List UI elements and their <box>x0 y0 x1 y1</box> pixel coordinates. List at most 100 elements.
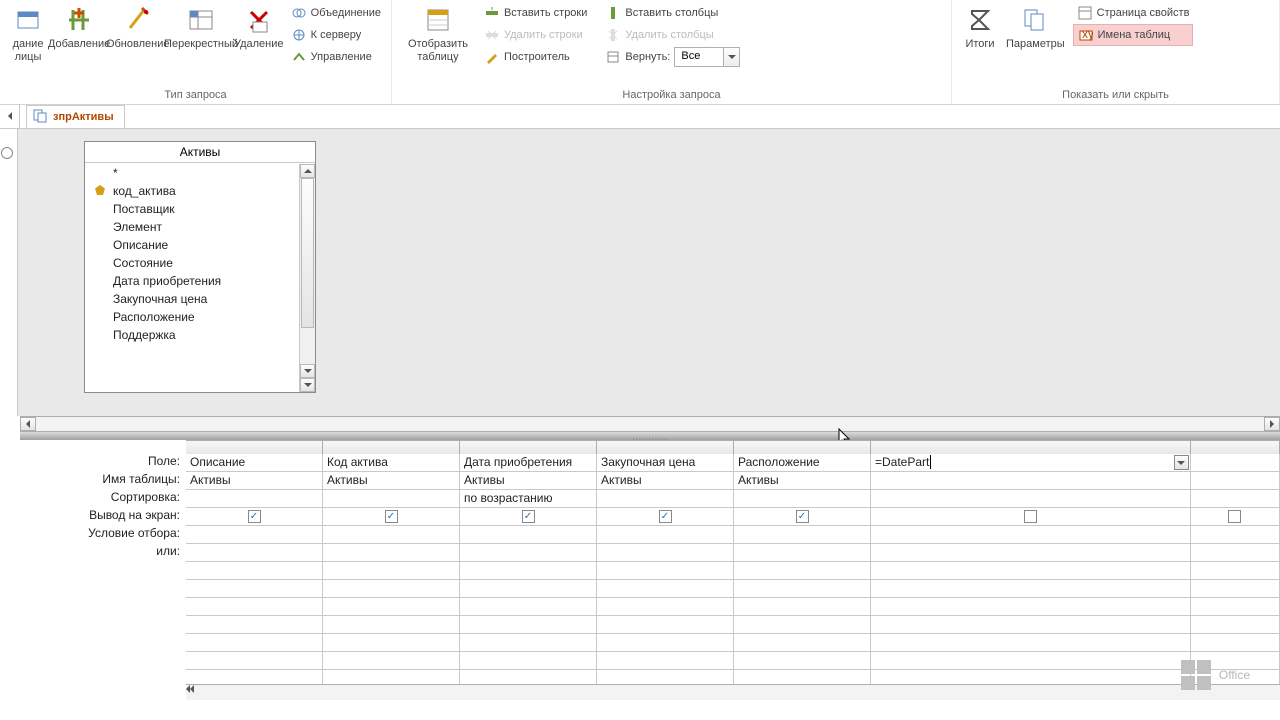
grid-cell[interactable] <box>871 652 1191 670</box>
delete-cols-button[interactable]: Удалить столбцы <box>601 24 744 46</box>
grid-cell[interactable] <box>1191 634 1280 652</box>
make-table-button[interactable]: дание лицы <box>6 2 50 65</box>
grid-cell[interactable]: Активы <box>323 472 460 490</box>
grid-cell[interactable] <box>597 544 734 562</box>
grid-cell[interactable] <box>1191 544 1280 562</box>
grid-cell[interactable] <box>734 544 871 562</box>
column-header[interactable] <box>460 440 597 454</box>
selectall-button[interactable] <box>1 147 13 159</box>
grid-cell[interactable] <box>186 634 323 652</box>
scroll-down-button[interactable] <box>300 364 315 378</box>
grid-cell[interactable] <box>186 598 323 616</box>
datadef-button[interactable]: Управление <box>287 46 385 68</box>
fieldlist-scrollbar[interactable] <box>299 164 315 392</box>
show-checkbox[interactable] <box>1228 510 1241 523</box>
field-item[interactable]: Дата приобретения <box>85 272 299 290</box>
return-button[interactable]: Вернуть: Все <box>601 46 744 68</box>
grid-cell[interactable]: по возрастанию <box>460 490 597 508</box>
grid-cell[interactable] <box>734 580 871 598</box>
show-checkbox[interactable] <box>385 510 398 523</box>
pane-splitter[interactable]: ∙∙∙∙∙∙∙∙∙∙∙ <box>20 432 1280 440</box>
delete-button[interactable]: Удаление <box>235 2 283 53</box>
grid-cell[interactable] <box>871 562 1191 580</box>
hscroll-left[interactable] <box>20 417 36 431</box>
scroll-up-button[interactable] <box>300 164 315 178</box>
column-header[interactable] <box>1191 440 1280 454</box>
column-header[interactable] <box>871 440 1191 454</box>
column-header[interactable] <box>597 440 734 454</box>
grid-cell[interactable] <box>871 616 1191 634</box>
hscroll-right[interactable] <box>1264 417 1280 431</box>
show-checkbox[interactable] <box>796 510 809 523</box>
grid-cell[interactable] <box>323 508 460 526</box>
grid-cell[interactable] <box>323 526 460 544</box>
delete-rows-button[interactable]: Удалить строки <box>480 24 591 46</box>
grid-cell[interactable] <box>186 526 323 544</box>
grid-cell[interactable] <box>186 490 323 508</box>
grid-cell[interactable] <box>871 598 1191 616</box>
grid-cell[interactable] <box>186 544 323 562</box>
query-tab[interactable]: зпрАктивы <box>26 105 125 128</box>
parameters-button[interactable]: Параметры <box>1002 2 1069 53</box>
grid-cell[interactable] <box>323 544 460 562</box>
query-design-surface[interactable]: Активы *код_активаПоставщикЭлементОписан… <box>0 129 1280 416</box>
grid-cell[interactable] <box>734 562 871 580</box>
grid-cell[interactable]: Дата приобретения <box>460 454 597 472</box>
grid-cell[interactable] <box>323 616 460 634</box>
scroll-thumb[interactable] <box>301 178 314 328</box>
propsheet-button[interactable]: Страница свойств <box>1073 2 1194 24</box>
show-checkbox[interactable] <box>248 510 261 523</box>
grid-cell[interactable] <box>597 616 734 634</box>
grid-cell[interactable] <box>1191 562 1280 580</box>
return-combo[interactable]: Все <box>674 47 740 67</box>
grid-cell[interactable]: Код актива <box>323 454 460 472</box>
grid-cell[interactable]: Активы <box>460 472 597 490</box>
grid-cell[interactable] <box>734 508 871 526</box>
chevron-down-icon[interactable] <box>723 48 739 66</box>
field-item[interactable]: Расположение <box>85 308 299 326</box>
grid-cell[interactable] <box>323 490 460 508</box>
grid-cell[interactable] <box>323 652 460 670</box>
builder-button[interactable]: Построитель <box>480 46 591 68</box>
field-item[interactable]: код_актива <box>85 182 299 200</box>
qbe-grid[interactable]: Поле: Имя таблицы: Сортировка: Вывод на … <box>0 440 1280 700</box>
design-hscroll[interactable] <box>20 416 1280 432</box>
grid-cell[interactable] <box>1191 580 1280 598</box>
grid-cell[interactable] <box>460 526 597 544</box>
grid-cell[interactable] <box>460 544 597 562</box>
column-header[interactable] <box>186 440 323 454</box>
field-item[interactable]: * <box>85 164 299 182</box>
grid-cell[interactable] <box>871 544 1191 562</box>
grid-hscroll-left2[interactable] <box>190 685 194 700</box>
scroll-combo-button[interactable] <box>300 378 315 392</box>
grid-cell[interactable] <box>186 508 323 526</box>
grid-cell[interactable] <box>734 598 871 616</box>
grid-cell[interactable] <box>597 490 734 508</box>
insert-cols-button[interactable]: Вставить столбцы <box>601 2 744 24</box>
show-table-button[interactable]: Отобразить таблицу <box>404 2 472 65</box>
field-item[interactable]: Состояние <box>85 254 299 272</box>
grid-hscroll[interactable] <box>186 684 1280 700</box>
field-dropdown-button[interactable] <box>1174 455 1189 470</box>
grid-cell[interactable] <box>460 562 597 580</box>
grid-cell[interactable] <box>871 526 1191 544</box>
grid-cell[interactable] <box>460 580 597 598</box>
grid-cell[interactable] <box>871 490 1191 508</box>
grid-cell[interactable]: Активы <box>597 472 734 490</box>
grid-cell[interactable] <box>1191 490 1280 508</box>
grid-cell[interactable] <box>871 634 1191 652</box>
grid-cell[interactable] <box>734 634 871 652</box>
show-checkbox[interactable] <box>1024 510 1037 523</box>
grid-cell[interactable] <box>323 598 460 616</box>
grid-cell[interactable]: Расположение <box>734 454 871 472</box>
grid-cell[interactable] <box>460 652 597 670</box>
field-item[interactable]: Поставщик <box>85 200 299 218</box>
grid-cell[interactable] <box>597 634 734 652</box>
column-header[interactable] <box>734 440 871 454</box>
grid-cell[interactable]: Закупочная цена <box>597 454 734 472</box>
show-checkbox[interactable] <box>659 510 672 523</box>
grid-cell[interactable] <box>1191 454 1280 472</box>
grid-cell[interactable] <box>1191 598 1280 616</box>
grid-cell[interactable] <box>597 580 734 598</box>
grid-cell[interactable]: Активы <box>734 472 871 490</box>
